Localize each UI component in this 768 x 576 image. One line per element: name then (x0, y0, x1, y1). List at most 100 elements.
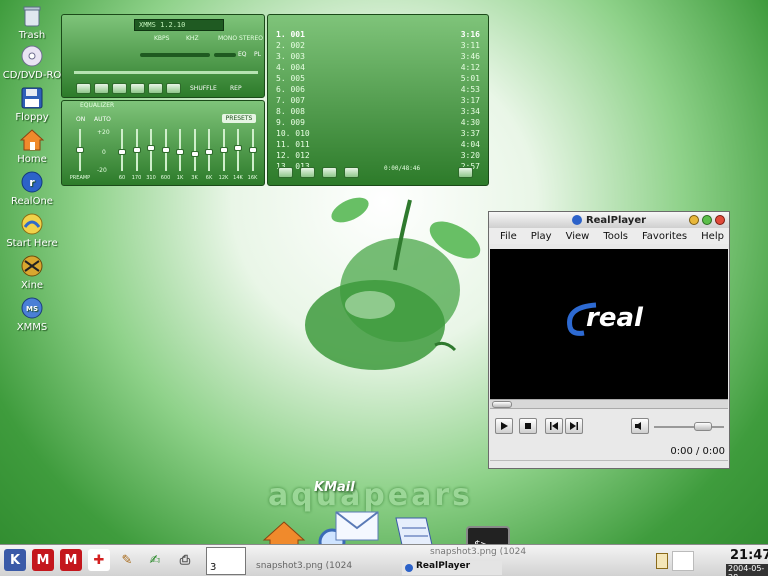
playlist-item[interactable]: 9. 009 4:30 (276, 117, 480, 128)
window-minimize-button[interactable] (689, 215, 699, 225)
realplayer-titlebar[interactable]: RealPlayer (489, 212, 729, 228)
xmms-playlist-window[interactable]: 1. 001 3:16 2. 002 3:11 3. 003 3:46 4. 004 4:12… (267, 14, 489, 186)
xmms-stop-button[interactable] (130, 83, 145, 94)
eq-band-knob[interactable] (176, 148, 184, 155)
playlist-item[interactable]: 1. 001 3:16 (276, 29, 480, 40)
video-area[interactable]: real (490, 249, 728, 407)
xmms-eq-toggle[interactable]: EQ (238, 51, 247, 58)
desktop-icon-realone[interactable]: r RealOne (2, 170, 62, 207)
playlist-misc-button[interactable] (344, 167, 359, 178)
xmms-play-button[interactable] (94, 83, 109, 94)
xmms-seek-bar[interactable] (74, 71, 258, 74)
xmms-equalizer-window[interactable]: EQUALIZER ON AUTO PRESETS +20 0 -20 PREA… (61, 100, 265, 186)
playlist-add-button[interactable] (278, 167, 293, 178)
printer-icon[interactable]: ⎙ (174, 549, 196, 571)
playlist-item[interactable]: 6. 006 4:53 (276, 84, 480, 95)
task-realplayer[interactable]: RealPlayer (402, 561, 502, 575)
playlist-item[interactable]: 3. 003 3:46 (276, 51, 480, 62)
playlist-item[interactable]: 8. 008 3:34 (276, 106, 480, 117)
play-button[interactable] (495, 418, 513, 434)
xmms-repeat-button[interactable]: REP (230, 85, 242, 92)
xmms-volume-slider[interactable] (140, 53, 210, 57)
eq-band-slider[interactable]: PREAMP (70, 127, 90, 183)
playlist-item[interactable]: 4. 004 4:12 (276, 62, 480, 73)
eq-band-knob[interactable] (219, 147, 228, 153)
desktop-icon-start-here[interactable]: Start Here (2, 212, 62, 249)
desktop-icon-floppy[interactable]: Floppy (2, 86, 62, 123)
clock-date: 2004-05-28 (726, 564, 768, 576)
volume-slider-thumb[interactable] (694, 422, 712, 431)
menu-view[interactable]: View (559, 231, 597, 242)
stop-button[interactable] (519, 418, 537, 434)
eq-band-knob[interactable] (132, 147, 141, 153)
playlist-item[interactable]: 7. 007 3:17 (276, 95, 480, 106)
eq-band-knob[interactable] (248, 147, 257, 153)
playlist-item[interactable]: 11. 011 4:04 (276, 139, 480, 150)
position-slider[interactable] (490, 399, 728, 409)
xmms-shuffle-button[interactable]: SHUFFLE (190, 85, 217, 92)
playlist-item-title: 11. 011 (276, 140, 310, 149)
skip-forward-icon (570, 422, 578, 430)
desktop-icon-cd[interactable]: CD/DVD-RO (2, 44, 62, 81)
mute-button[interactable] (631, 418, 649, 434)
playlist-item-title: 7. 007 (276, 96, 305, 105)
menu-help[interactable]: Help (694, 231, 731, 242)
position-slider-thumb[interactable] (492, 401, 512, 408)
xmms-prev-button[interactable] (76, 83, 91, 94)
xmms-pause-button[interactable] (112, 83, 127, 94)
eq-band-knob[interactable] (190, 150, 199, 157)
playlist-list-button[interactable] (458, 167, 473, 178)
eq-band-knob[interactable] (205, 148, 213, 155)
window-close-button[interactable] (715, 215, 725, 225)
desktop-icon-label: Trash (18, 30, 46, 41)
eq-band-knob[interactable] (234, 145, 242, 152)
playlist-item[interactable]: 2. 002 3:11 (276, 40, 480, 51)
eq-band-knob[interactable] (161, 147, 170, 153)
realplayer-window[interactable]: RealPlayer File Play View Tools Favorite… (488, 211, 730, 469)
lifesaver-icon[interactable]: ✚ (88, 549, 110, 571)
playlist-item[interactable]: 12. 012 3:20 (276, 150, 480, 161)
tray-blank-icon[interactable] (672, 551, 694, 571)
equalizer-presets-button[interactable]: PRESETS (222, 114, 256, 123)
playlist-item[interactable]: 10. 010 3:37 (276, 128, 480, 139)
editor-icon[interactable]: ✍ (144, 549, 166, 571)
menu-play[interactable]: Play (524, 231, 559, 242)
desktop-pager[interactable]: 3 (206, 547, 246, 575)
playlist-remove-button[interactable] (300, 167, 315, 178)
playlist-select-button[interactable] (322, 167, 337, 178)
eq-band-knob[interactable] (118, 148, 126, 155)
clock-time[interactable]: 21:47 (730, 548, 768, 563)
eq-band-knob[interactable] (147, 145, 155, 152)
xmms-eject-button[interactable] (166, 83, 181, 94)
gmail-icon[interactable]: M (32, 549, 54, 571)
previous-button[interactable] (545, 418, 563, 434)
clipboard-tray-icon[interactable] (656, 553, 668, 569)
tools-icon[interactable]: ✎ (116, 549, 138, 571)
desktop-icon-home[interactable]: Home (2, 128, 62, 165)
playlist-list[interactable]: 1. 001 3:16 2. 002 3:11 3. 003 3:46 4. 004 4:12… (276, 29, 480, 171)
dock-kmail-icon[interactable] (334, 508, 380, 544)
desktop-icon-xmms[interactable]: MS XMMS (2, 296, 62, 333)
eq-band-knob[interactable] (76, 147, 84, 153)
desktop-icon-trash[interactable]: Trash (2, 4, 62, 41)
next-button[interactable] (565, 418, 583, 434)
xmms-next-button[interactable] (148, 83, 163, 94)
playlist-item-time: 3:16 (460, 30, 480, 39)
menu-favorites[interactable]: Favorites (635, 231, 694, 242)
window-maximize-button[interactable] (702, 215, 712, 225)
playlist-item[interactable]: 5. 005 5:01 (276, 73, 480, 84)
desktop-icon-label: Floppy (15, 112, 49, 123)
desktop-icon-xine[interactable]: Xine (2, 254, 62, 291)
volume-slider[interactable] (654, 422, 724, 431)
xmms-pl-toggle[interactable]: PL (254, 51, 261, 58)
equalizer-on-toggle[interactable]: ON (76, 116, 85, 123)
xmms-main-window[interactable]: XMMS 1.2.10 KBPS KHZ MONO STEREO EQ PL S… (61, 14, 265, 98)
equalizer-auto-toggle[interactable]: AUTO (94, 116, 111, 123)
menu-file[interactable]: File (493, 231, 524, 242)
eq-band-slider[interactable]: 16K (247, 127, 259, 183)
task-snapshot[interactable]: snapshot3.png (1024 (250, 561, 398, 575)
menu-tools[interactable]: Tools (596, 231, 635, 242)
xmms-balance-slider[interactable] (214, 53, 236, 57)
mail-compose-icon[interactable]: M (60, 549, 82, 571)
kmenu-icon[interactable]: K (4, 549, 26, 571)
